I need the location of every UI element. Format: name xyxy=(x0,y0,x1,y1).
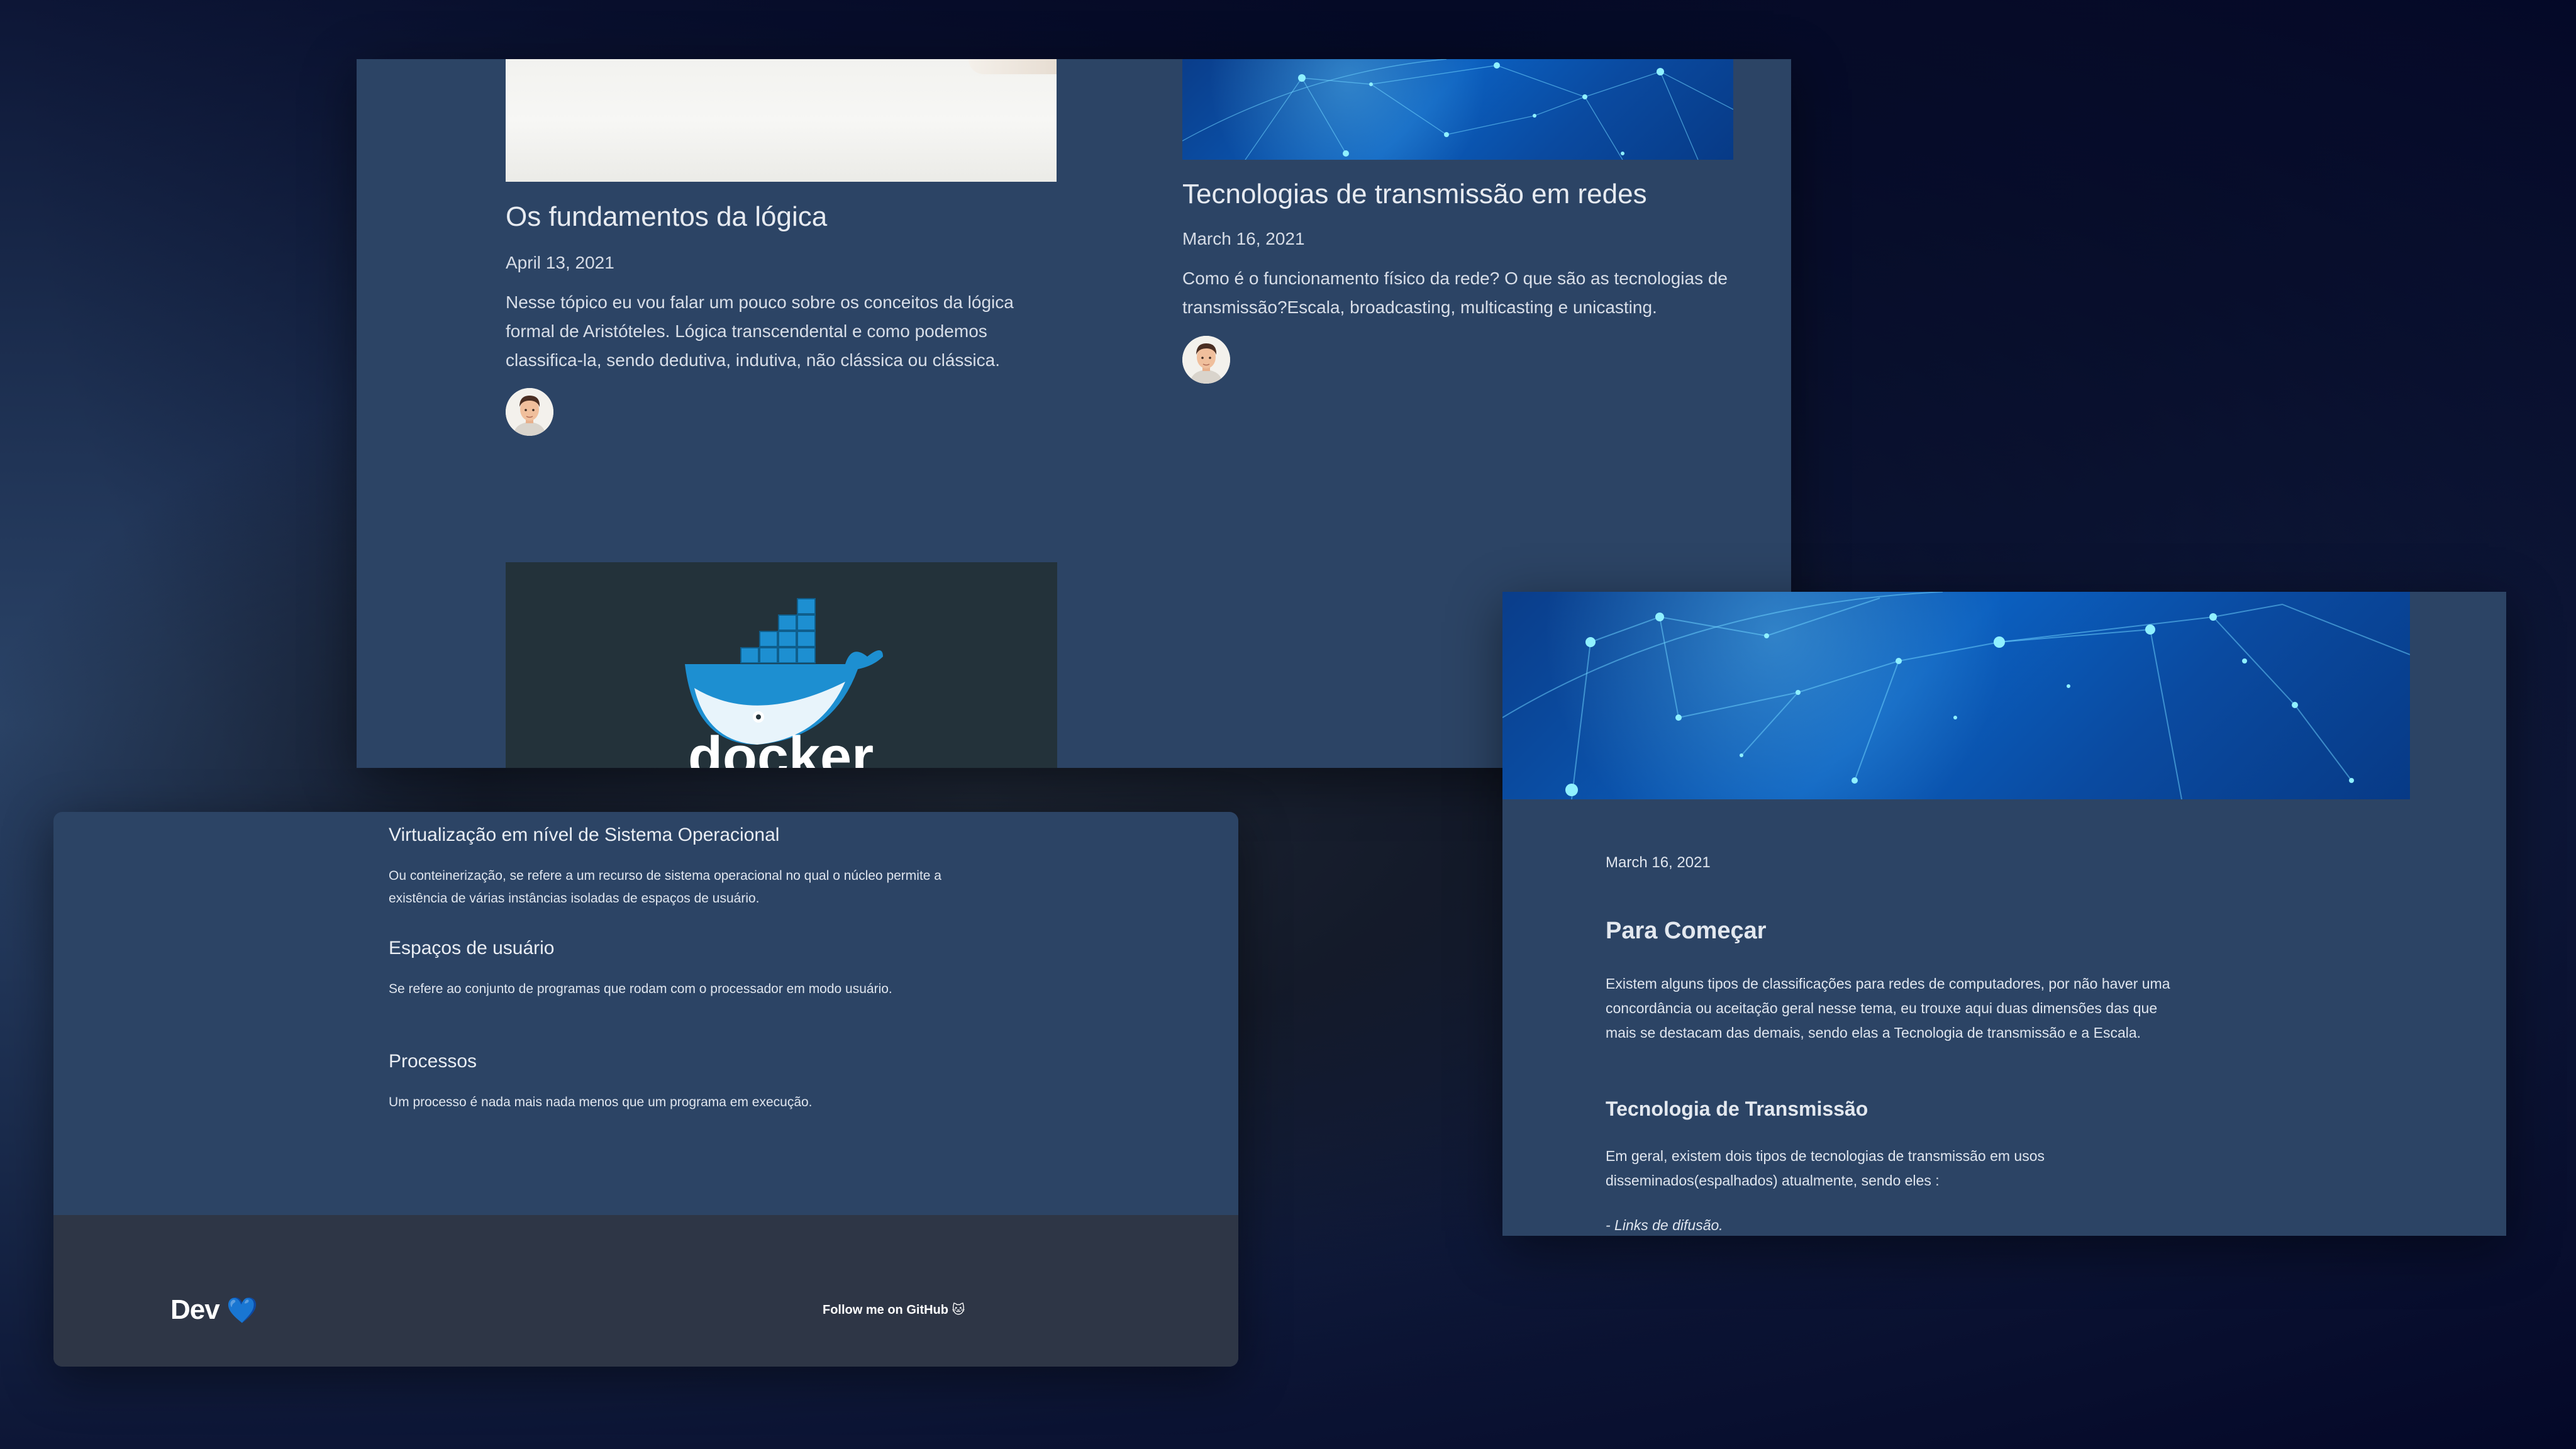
section-body: Ou conteinerização, se refere a um recur… xyxy=(389,869,941,906)
docker-article-window: Virtualização em nível de Sistema Operac… xyxy=(53,812,1238,1367)
article-list-item: - Links de difusão. xyxy=(1606,1217,1723,1233)
article-cover-image xyxy=(1502,592,2410,799)
section-heading: Espaços de usuário xyxy=(389,938,555,958)
brand-text: Dev xyxy=(170,1294,220,1325)
post-description: Nesse tópico eu vou falar um pouco sobre… xyxy=(506,292,1014,370)
article-date: March 16, 2021 xyxy=(1606,854,1711,871)
post-cover-image[interactable] xyxy=(1182,59,1733,160)
article-subheading: Tecnologia de Transmissão xyxy=(1606,1097,1868,1120)
article-body: Em geral, existem dois tipos de tecnolog… xyxy=(1606,1148,2045,1189)
github-link[interactable]: Follow me on GitHub 🐱 xyxy=(823,1302,965,1318)
section-body: Se refere ao conjunto de programas que r… xyxy=(389,982,892,996)
post-cover-image[interactable] xyxy=(506,59,1057,182)
network-article-window: March 16, 2021 Para Começar Existem algu… xyxy=(1502,592,2506,1236)
docker-whale-icon: docker xyxy=(685,598,883,768)
post-card[interactable]: docker xyxy=(357,562,1057,768)
post-title[interactable]: Os fundamentos da lógica xyxy=(506,201,827,233)
footer-brand[interactable]: Dev 💙 xyxy=(170,1294,258,1326)
post-card[interactable]: Os fundamentos da lógica April 13, 2021 … xyxy=(357,59,1057,499)
post-date: April 13, 2021 xyxy=(506,253,614,272)
site-footer: Dev 💙 Follow me on GitHub 🐱 xyxy=(53,1215,1238,1367)
section-heading: Processos xyxy=(389,1051,477,1072)
post-date: March 16, 2021 xyxy=(1182,229,1305,248)
avatar-icon xyxy=(1182,336,1230,384)
section-heading: Virtualização em nível de Sistema Operac… xyxy=(389,824,780,845)
post-card[interactable]: Tecnologias de transmissão em redes Marc… xyxy=(1048,59,1791,499)
section-body: Um processo é nada mais nada menos que u… xyxy=(389,1095,813,1109)
article-intro: Existem alguns tipos de classificações p… xyxy=(1606,975,2170,1041)
avatar-icon xyxy=(506,388,553,436)
post-title[interactable]: Tecnologias de transmissão em redes xyxy=(1182,179,1647,210)
post-cover-image[interactable]: docker xyxy=(506,562,1057,768)
article-heading: Para Começar xyxy=(1606,918,1767,944)
svg-text:docker: docker xyxy=(688,726,874,768)
post-description: Como é o funcionamento físico da rede? O… xyxy=(1182,269,1728,317)
blue-heart-icon: 💙 xyxy=(226,1297,258,1324)
